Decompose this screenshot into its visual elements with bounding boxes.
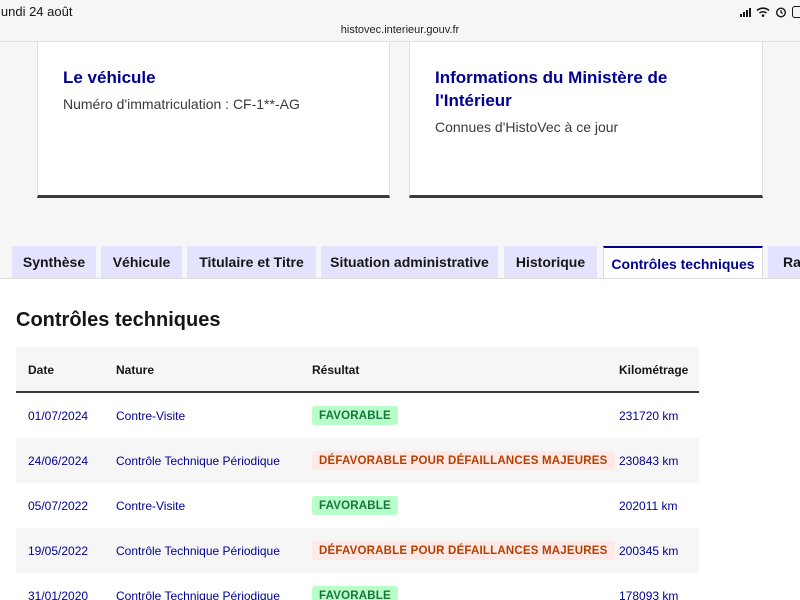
tab-titulaire-titre[interactable]: Titulaire et Titre <box>187 246 316 278</box>
row-date: 24/06/2024 <box>28 454 89 468</box>
ministry-card-text: Connues d'HistoVec à ce jour <box>435 119 619 135</box>
url-text: histovec.interieur.gouv.fr <box>340 24 460 36</box>
row-date: 01/07/2024 <box>28 409 89 423</box>
row-date: 31/01/2020 <box>28 589 89 600</box>
result-badge-defavorable: DÉFAVORABLE POUR DÉFAILLANCES MAJEURES <box>312 451 615 470</box>
status-time: lundi 24 août <box>0 4 73 19</box>
row-mileage: 230843 km <box>619 454 679 468</box>
table-row: 19/05/2022 Contrôle Technique Périodique… <box>16 528 699 573</box>
url-bar[interactable]: histovec.interieur.gouv.fr <box>0 24 800 42</box>
table-row: 05/07/2022 Contre-Visite FAVORABLE 20201… <box>16 483 699 528</box>
ministry-card: Informations du Ministère de l'Intérieur… <box>409 42 763 198</box>
column-header-nature: Nature <box>116 363 155 377</box>
row-date: 19/05/2022 <box>28 544 89 558</box>
result-badge-defavorable: DÉFAVORABLE POUR DÉFAILLANCES MAJEURES <box>312 541 615 560</box>
column-header-result: Résultat <box>312 363 360 377</box>
row-nature: Contrôle Technique Périodique <box>116 589 280 600</box>
tab-rapport[interactable]: Rap <box>768 246 800 278</box>
column-header-date: Date <box>28 363 55 377</box>
section-title: Contrôles techniques <box>16 309 221 331</box>
tab-controles-techniques[interactable]: Contrôles techniques <box>603 246 763 279</box>
signal-icon <box>740 7 751 17</box>
battery-icon <box>792 6 800 18</box>
row-nature: Contrôle Technique Périodique <box>116 454 280 468</box>
table-header: Date Nature Résultat Kilométrage <box>16 347 699 393</box>
vehicle-card: Le véhicule Numéro d'immatriculation : C… <box>37 42 390 198</box>
result-badge-favorable: FAVORABLE <box>312 496 398 515</box>
table-row: 24/06/2024 Contrôle Technique Périodique… <box>16 438 699 483</box>
row-nature: Contrôle Technique Périodique <box>116 544 280 558</box>
row-nature: Contre-Visite <box>116 499 186 513</box>
row-mileage: 202011 km <box>619 499 678 513</box>
registration-number: Numéro d'immatriculation : CF-1**-AG <box>63 96 300 112</box>
tab-synthese[interactable]: Synthèse <box>12 246 96 278</box>
result-badge-favorable: FAVORABLE <box>312 586 398 600</box>
table-row: 01/07/2024 Contre-Visite FAVORABLE 23172… <box>16 393 699 438</box>
row-nature: Contre-Visite <box>116 409 186 423</box>
ministry-card-title: Informations du Ministère de l'Intérieur <box>435 68 668 110</box>
vehicle-card-title: Le véhicule <box>63 68 156 87</box>
tab-bar: Synthèse Véhicule Titulaire et Titre Sit… <box>0 246 800 279</box>
wifi-icon <box>756 7 770 17</box>
row-mileage: 178093 km <box>619 589 679 600</box>
row-mileage: 200345 km <box>619 544 679 558</box>
status-icons <box>740 6 800 18</box>
table-row: 31/01/2020 Contrôle Technique Périodique… <box>16 573 699 600</box>
tab-historique[interactable]: Historique <box>504 246 597 278</box>
column-header-mileage: Kilométrage <box>619 363 689 377</box>
row-date: 05/07/2022 <box>28 499 89 513</box>
inspections-table: Date Nature Résultat Kilométrage 01/07/2… <box>16 347 699 600</box>
tab-vehicule[interactable]: Véhicule <box>101 246 182 278</box>
tab-panel: Contrôles techniques Date Nature Résulta… <box>0 278 800 600</box>
tab-situation-administrative[interactable]: Situation administrative <box>321 246 498 278</box>
result-badge-favorable: FAVORABLE <box>312 406 398 425</box>
alarm-icon <box>775 7 787 18</box>
row-mileage: 231720 km <box>619 409 679 423</box>
status-bar: lundi 24 août <box>0 0 800 24</box>
